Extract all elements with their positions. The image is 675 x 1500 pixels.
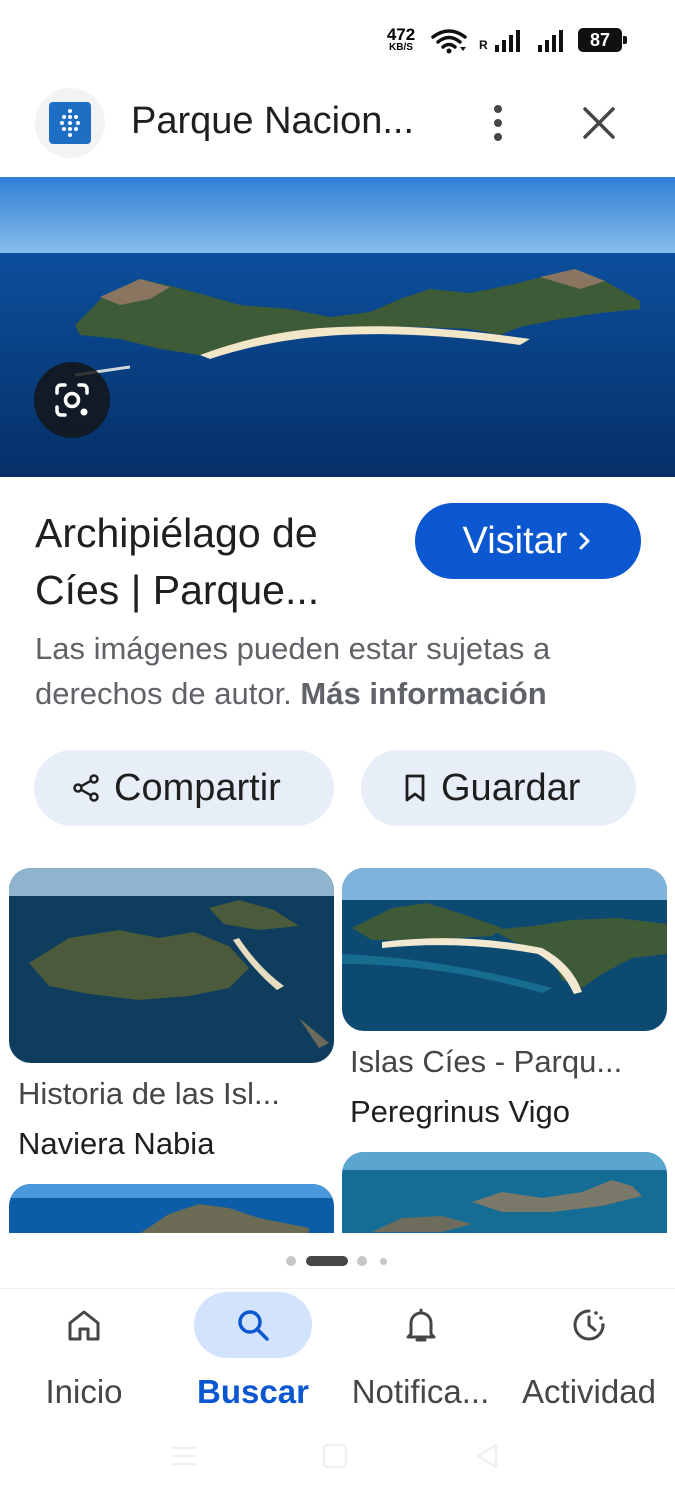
page-title: Parque Nacion... xyxy=(131,100,415,142)
search-icon xyxy=(238,1310,269,1341)
save-label: Guardar xyxy=(441,766,581,809)
nav-label-home: Inicio xyxy=(45,1373,123,1410)
home-icon xyxy=(68,1310,100,1341)
wifi-icon xyxy=(431,29,467,54)
bottom-nav: Inicio Buscar Notifica... Actividad xyxy=(0,1288,675,1428)
page-dot-active xyxy=(306,1256,348,1266)
system-nav-bar xyxy=(0,1428,675,1500)
recents-icon[interactable] xyxy=(168,1442,200,1470)
save-button[interactable]: Guardar xyxy=(361,750,636,826)
back-icon[interactable] xyxy=(472,1442,502,1470)
bell-icon xyxy=(406,1308,436,1342)
page-dot xyxy=(286,1256,296,1266)
activity-icon xyxy=(573,1309,605,1341)
network-speed: 472 KB/S xyxy=(383,26,419,53)
page-dot xyxy=(357,1256,367,1266)
copyright-notice: Las imágenes pueden estar sujetas a dere… xyxy=(35,626,645,716)
hero-image[interactable] xyxy=(0,177,675,477)
island-photo xyxy=(0,177,675,477)
share-icon xyxy=(73,774,99,802)
nav-item-activity[interactable]: Actividad xyxy=(503,1289,675,1419)
related-image-2[interactable] xyxy=(342,868,667,1031)
related-title-1[interactable]: Historia de las Isl... xyxy=(18,1076,280,1112)
cell-signal-icon xyxy=(538,30,563,52)
result-title-line2: Cíes | Parque... xyxy=(35,567,320,613)
network-speed-value: 472 xyxy=(386,25,416,44)
close-icon[interactable] xyxy=(576,100,622,146)
header: Parque Nacion... xyxy=(0,80,675,176)
related-source-1: Naviera Nabia xyxy=(18,1126,215,1161)
bookmark-icon xyxy=(405,774,425,802)
network-speed-unit: KB/S xyxy=(389,42,413,53)
related-source-2: Peregrinus Vigo xyxy=(350,1094,571,1129)
nav-label-search: Buscar xyxy=(197,1373,309,1410)
battery-indicator: 87 xyxy=(578,28,627,52)
visit-button[interactable]: Visitar xyxy=(415,503,641,579)
lens-search-button[interactable] xyxy=(34,362,110,438)
nav-label-activity: Actividad xyxy=(522,1373,656,1410)
share-button[interactable]: Compartir xyxy=(34,750,334,826)
more-info-link[interactable]: Más información xyxy=(300,676,546,711)
chevron-right-icon xyxy=(579,532,590,550)
result-title-line1: Archipiélago de xyxy=(35,510,318,556)
nav-item-search[interactable]: Buscar xyxy=(168,1289,338,1419)
page-dot xyxy=(380,1258,387,1265)
related-title-2[interactable]: Islas Cíes - Parqu... xyxy=(350,1044,622,1080)
nav-item-notifications[interactable]: Notifica... xyxy=(338,1289,503,1419)
nav-item-home[interactable]: Inicio xyxy=(0,1289,168,1419)
share-label: Compartir xyxy=(114,766,281,809)
page-indicator xyxy=(0,1254,675,1268)
visit-button-label: Visitar xyxy=(462,519,568,562)
result-title[interactable]: Archipiélago de Cíes | Parque... xyxy=(35,505,395,619)
park-logo-icon[interactable] xyxy=(35,88,105,158)
camera-lens-icon xyxy=(55,383,89,417)
status-bar: 472 KB/S R 87 xyxy=(0,0,675,80)
related-image-1[interactable] xyxy=(9,868,334,1063)
more-vert-icon[interactable] xyxy=(480,98,516,148)
nav-label-notifications: Notifica... xyxy=(351,1373,490,1410)
home-system-icon[interactable] xyxy=(320,1442,350,1470)
